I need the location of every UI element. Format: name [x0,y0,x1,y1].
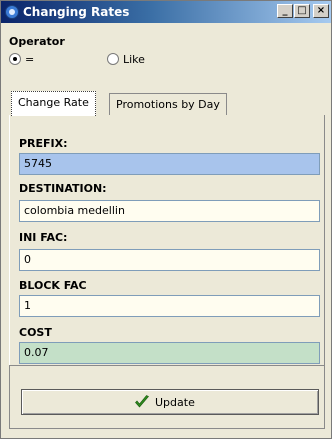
radio-label-like: Like [123,53,145,66]
radio-selected-dot [13,57,17,61]
tab-change-rate[interactable]: Change Rate [11,91,96,116]
checkmark-icon [135,395,149,408]
maximize-button[interactable]: □ [294,4,310,18]
block-fac-input[interactable]: 1 [19,295,320,317]
ini-fac-label: INI FAC: [19,231,68,244]
app-icon [5,5,19,19]
destination-label: DESTINATION: [19,182,107,195]
cost-input[interactable]: 0.07 [19,342,320,364]
operator-label: Operator [9,35,65,48]
prefix-label: PREFIX: [19,137,68,150]
window-title: Changing Rates [23,5,130,19]
destination-input[interactable]: colombia medellin [19,200,320,222]
radio-circle [107,53,119,65]
cost-label: COST [19,326,52,339]
block-fac-label: BLOCK FAC [19,279,87,292]
prefix-input[interactable]: 5745 [19,153,320,175]
tab-promotions-by-day[interactable]: Promotions by Day [109,93,227,115]
title-bar[interactable]: Changing Rates _ □ × [1,1,331,23]
minimize-button[interactable]: _ [277,4,293,18]
update-button-label: Update [155,396,195,409]
radio-circle [9,53,21,65]
radio-label-equals: = [25,53,35,66]
changing-rates-window: Changing Rates _ □ × Operator = Like Cha… [0,0,332,439]
close-button[interactable]: × [313,4,329,18]
update-button[interactable]: Update [21,389,319,415]
ini-fac-input[interactable]: 0 [19,249,320,271]
